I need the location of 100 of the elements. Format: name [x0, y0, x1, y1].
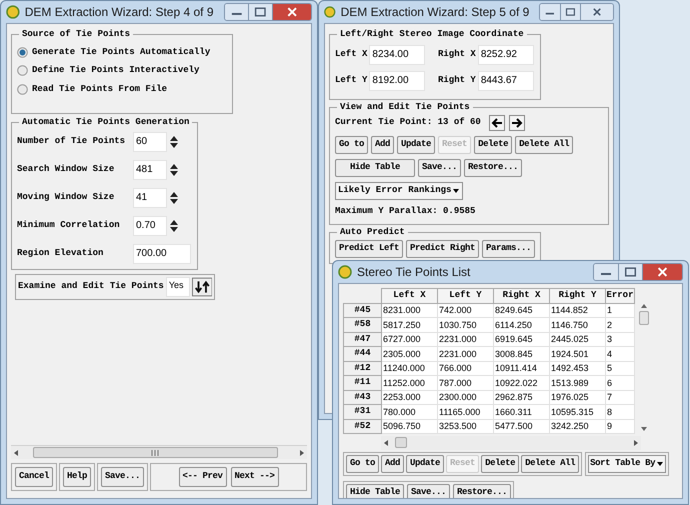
scroll-thumb[interactable] [395, 437, 407, 448]
table-cell: 780.000 [382, 404, 438, 419]
right-arrow-icon[interactable] [508, 115, 525, 131]
table-cell: 1660.311 [494, 404, 550, 419]
radio-button[interactable] [17, 46, 28, 58]
button[interactable]: Go to [346, 455, 380, 473]
input-field[interactable]: Yes [166, 276, 190, 296]
app-icon [6, 5, 20, 19]
input-field[interactable]: 8252.92 [478, 44, 534, 64]
app-icon [338, 265, 352, 279]
table-cell: 10595.315 [550, 404, 606, 419]
table-cell: 2231.000 [438, 346, 494, 361]
dropdown[interactable]: Likely Error Rankings [335, 182, 464, 200]
button[interactable]: <-- Prev [178, 467, 227, 487]
button[interactable]: Save... [418, 159, 462, 177]
table-cell: 6727.000 [382, 332, 438, 346]
table-cell: 5 [606, 361, 634, 376]
scroll-thumb[interactable] [639, 311, 649, 325]
group-title: Left/Right Stereo Image Coordinate [339, 28, 525, 41]
column-header: Right X [494, 288, 550, 303]
button[interactable]: Save... [407, 484, 450, 498]
close-icon[interactable] [580, 4, 613, 20]
button[interactable]: Delete All [515, 136, 574, 154]
table-cell: 3242.250 [550, 419, 606, 434]
table-cell: 9 [606, 419, 634, 434]
close-icon[interactable] [272, 4, 311, 20]
button[interactable]: Go to [335, 136, 368, 154]
toggle-icon[interactable] [192, 276, 212, 296]
field-label: Minimum Correlation [17, 218, 121, 232]
close-icon[interactable] [642, 264, 682, 280]
row-header: #31 [344, 404, 382, 419]
column-header: Left Y [438, 288, 494, 303]
radio-button[interactable] [17, 65, 28, 76]
field-label: Left Y [335, 74, 368, 87]
maximize-icon[interactable] [560, 4, 580, 20]
button[interactable]: Update [406, 455, 444, 473]
button[interactable]: Restore... [453, 484, 512, 498]
window-title: DEM Extraction Wizard: Step 5 of 9 [340, 4, 530, 21]
left-arrow-icon[interactable] [488, 115, 505, 131]
radio-button[interactable] [17, 84, 28, 95]
button[interactable]: Hide Table [335, 159, 416, 177]
button[interactable]: Add [381, 455, 404, 473]
scroll-thumb[interactable] [33, 447, 278, 458]
table-cell: 787.000 [438, 376, 494, 390]
field-label: Examine and Edit Tie Points [18, 280, 164, 293]
table-cell: 2445.025 [550, 332, 606, 346]
column-header: Left X [382, 288, 438, 303]
button[interactable]: Next --> [230, 467, 279, 487]
row-header: #47 [344, 332, 382, 346]
minimize-icon[interactable] [594, 264, 618, 280]
minimize-icon[interactable] [224, 4, 248, 20]
input-field[interactable]: 8443.67 [478, 70, 534, 90]
caret-icon [656, 460, 664, 468]
input-field[interactable]: 481 [133, 160, 167, 180]
button[interactable]: Restore... [464, 159, 522, 177]
input-field[interactable]: 0.70 [133, 216, 167, 236]
row-header: #58 [344, 318, 382, 332]
row-header: #43 [344, 390, 382, 404]
table-cell: 1492.453 [550, 361, 606, 376]
table-cell: 1976.025 [550, 390, 606, 404]
button[interactable]: Delete All [521, 455, 580, 473]
table-cell: 3008.845 [494, 346, 550, 361]
table-cell: 8231.000 [382, 303, 438, 318]
table-cell: 11240.000 [382, 361, 438, 376]
button[interactable]: Cancel [15, 467, 54, 487]
column-header: Error [606, 288, 634, 303]
button[interactable]: Help [63, 467, 92, 487]
radio-label: Generate Tie Points Automatically [32, 46, 210, 58]
row-header: #11 [344, 376, 382, 390]
button[interactable]: Delete [474, 136, 512, 154]
radio-label: Read Tie Points From File [32, 82, 168, 96]
table-cell: 3253.500 [438, 419, 494, 434]
dropdown[interactable]: Sort Table By [588, 455, 666, 473]
button[interactable]: Predict Right [406, 240, 480, 258]
group-title: Source of Tie Points [21, 28, 132, 41]
button[interactable]: Update [397, 136, 436, 154]
table-cell: 1 [606, 303, 634, 318]
input-field[interactable]: 41 [133, 188, 167, 208]
table-cell: 5817.250 [382, 318, 438, 332]
table-cell: 3 [606, 332, 634, 346]
button[interactable]: Delete [481, 455, 520, 473]
app-icon [324, 5, 336, 19]
maximize-icon[interactable] [618, 264, 642, 280]
row-header: #12 [344, 361, 382, 376]
table-cell: 8249.645 [494, 303, 550, 318]
button[interactable]: Save... [101, 467, 144, 487]
minimize-icon[interactable] [540, 4, 560, 20]
button[interactable]: Predict Left [335, 240, 404, 258]
parallax-label: Maximum Y Parallax: 0.9585 [335, 205, 476, 218]
button[interactable]: Add [371, 136, 394, 154]
input-field[interactable]: 60 [133, 132, 167, 152]
input-field[interactable]: 700.00 [133, 244, 191, 264]
table-cell: 10911.414 [494, 361, 550, 376]
maximize-icon[interactable] [248, 4, 272, 20]
table-cell: 10922.022 [494, 376, 550, 390]
input-field[interactable]: 8234.00 [369, 44, 426, 64]
button[interactable]: Hide Table [346, 484, 404, 498]
input-field[interactable]: 8192.00 [369, 70, 426, 90]
button[interactable]: Params... [482, 240, 536, 258]
table-cell: 5477.500 [494, 419, 550, 434]
